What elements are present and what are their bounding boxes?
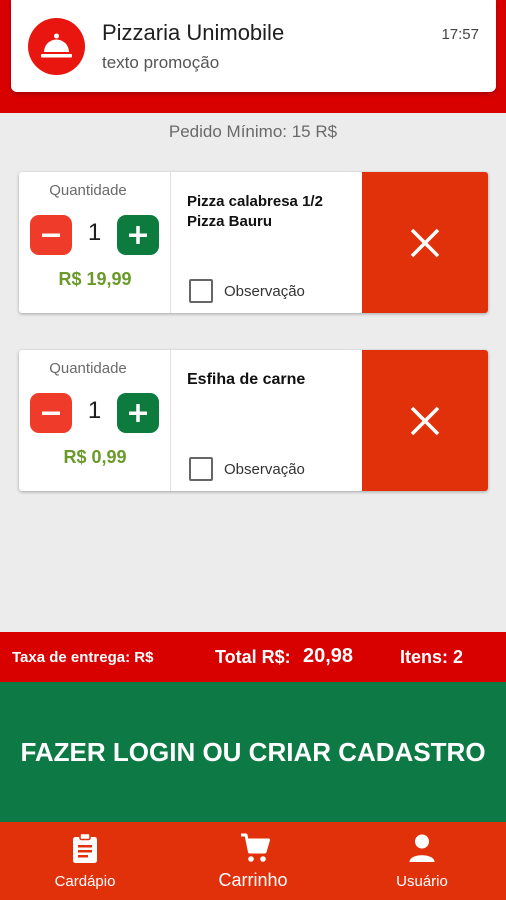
item-info: Pizza calabresa 1/2 Pizza Bauru Observaç… <box>172 172 362 313</box>
close-icon <box>410 406 440 436</box>
observation-checkbox[interactable] <box>189 279 213 303</box>
item-name: Pizza calabresa 1/2 Pizza Bauru <box>187 193 323 230</box>
cart-item: Quantidade 1 R$ 19,99 Pizza calabresa 1/… <box>19 172 488 313</box>
observation-label: Observação <box>224 461 305 478</box>
nav-label: Carrinho <box>218 870 288 890</box>
item-price: R$ 0,99 <box>63 447 127 467</box>
user-icon <box>409 834 435 862</box>
nav-label: Usuário <box>396 873 448 890</box>
remove-item-button[interactable] <box>362 350 488 491</box>
quantity-value: 1 <box>87 219 102 246</box>
decrease-quantity-button[interactable] <box>30 393 72 433</box>
nav-item-menu[interactable]: Cardápio <box>35 822 135 900</box>
minimum-order-text: Pedido Mínimo: 15 R$ <box>168 122 338 141</box>
observation-checkbox[interactable] <box>189 457 213 481</box>
nav-label: Cardápio <box>54 873 116 890</box>
quantity-section: Quantidade 1 R$ 19,99 <box>19 172 171 313</box>
nav-item-user[interactable]: Usuário <box>372 822 472 900</box>
item-price: R$ 19,99 <box>58 269 132 289</box>
increase-quantity-button[interactable] <box>117 393 159 433</box>
increase-quantity-button[interactable] <box>117 215 159 255</box>
notification-title: Pizzaria Unimobile <box>102 20 285 45</box>
remove-item-button[interactable] <box>362 172 488 313</box>
minus-icon <box>42 411 60 415</box>
items-count: Itens: 2 <box>400 647 464 667</box>
plus-icon <box>129 404 147 422</box>
quantity-value: 1 <box>87 397 102 424</box>
delivery-fee: Taxa de entrega: R$ <box>12 649 154 666</box>
minus-icon <box>42 233 60 237</box>
total-value: 20,98 <box>303 645 354 667</box>
nav-item-cart[interactable]: Carrinho <box>203 822 303 900</box>
notification-time: 17:57 <box>441 26 479 43</box>
quantity-label: Quantidade <box>49 182 127 199</box>
observation-label: Observação <box>224 283 305 300</box>
bottom-navigation: Cardápio Carrinho Usuário <box>0 822 506 900</box>
item-info: Esfiha de carne Observação <box>172 350 362 491</box>
order-summary-bar: Taxa de entrega: R$ Total R$: 20,98 Iten… <box>0 632 506 682</box>
decrease-quantity-button[interactable] <box>30 215 72 255</box>
push-notification[interactable]: Pizzaria Unimobile texto promoção 17:57 <box>11 0 496 92</box>
cart-icon <box>241 833 270 862</box>
plus-icon <box>129 226 147 244</box>
total-label: Total R$: <box>215 647 291 667</box>
clipboard-icon <box>73 833 97 863</box>
login-or-register-button[interactable]: FAZER LOGIN OU CRIAR CADASTRO <box>0 682 506 822</box>
notification-subtitle: texto promoção <box>102 53 220 72</box>
item-name: Esfiha de carne <box>187 371 306 388</box>
cart-item: Quantidade 1 R$ 0,99 Esfiha de carne Obs… <box>19 350 488 491</box>
cloche-icon <box>28 18 85 75</box>
quantity-label: Quantidade <box>49 360 127 377</box>
quantity-section: Quantidade 1 R$ 0,99 <box>19 350 171 491</box>
close-icon <box>410 228 440 258</box>
